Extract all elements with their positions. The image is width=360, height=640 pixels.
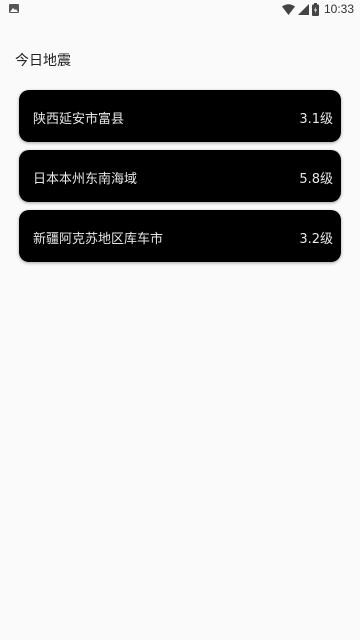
quake-card[interactable]: 日本本州东南海域 5.8级 [19, 150, 341, 202]
battery-icon [311, 2, 319, 16]
quake-magnitude: 5.8级 [299, 172, 333, 187]
page-title: 今日地震 [15, 53, 71, 69]
image-icon [9, 4, 19, 13]
quake-list: 陕西延安市富县 3.1级 日本本州东南海域 5.8级 新疆阿克苏地区库车市 3.… [19, 90, 341, 270]
quake-card[interactable]: 陕西延安市富县 3.1级 [19, 90, 341, 142]
quake-location: 日本本州东南海域 [33, 172, 138, 187]
quake-location: 陕西延安市富县 [33, 112, 125, 127]
wifi-icon [281, 3, 295, 15]
status-time: 10:33 [323, 2, 354, 16]
quake-magnitude: 3.1级 [299, 112, 333, 127]
quake-location: 新疆阿克苏地区库车市 [33, 232, 164, 247]
status-bar: 10:33 [0, 0, 360, 18]
status-icons: 10:33 [279, 1, 354, 17]
signal-icon [297, 3, 309, 15]
quake-magnitude: 3.2级 [299, 232, 333, 247]
quake-card[interactable]: 新疆阿克苏地区库车市 3.2级 [19, 210, 341, 262]
